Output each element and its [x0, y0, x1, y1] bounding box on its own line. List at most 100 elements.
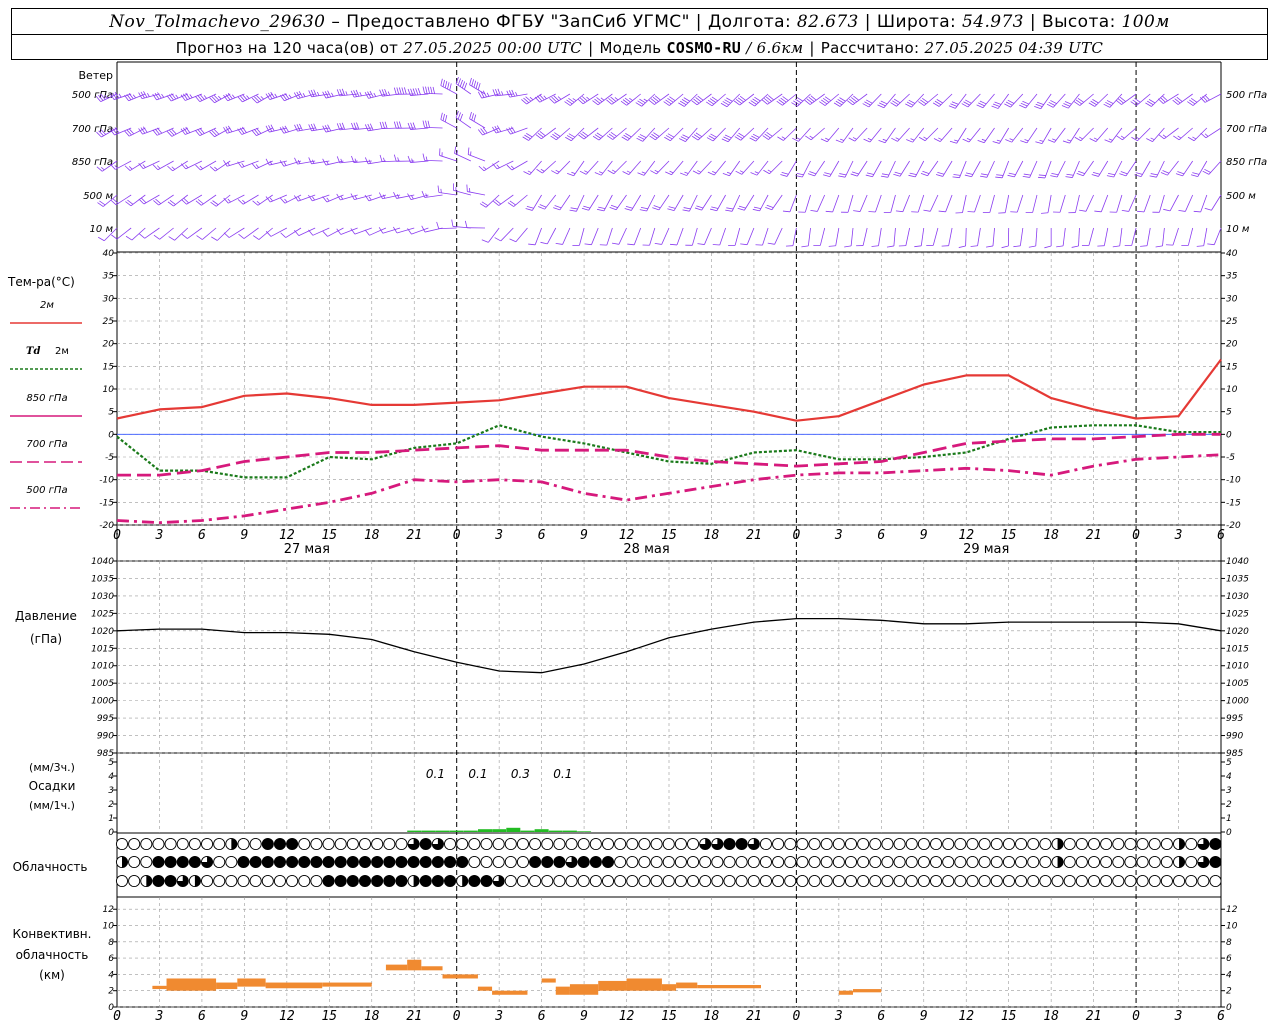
cloud-symbol	[298, 874, 311, 888]
wind-barb	[976, 93, 995, 109]
wind-barb-flag	[529, 96, 534, 101]
cloud-symbol	[601, 855, 615, 869]
cloud-circle	[942, 874, 955, 888]
cloud-symbol	[1124, 855, 1137, 869]
cloud-fill-full	[553, 856, 566, 868]
wind-barb-flag	[269, 197, 273, 202]
cloud-circle	[881, 874, 894, 888]
wind-barb	[1190, 160, 1208, 177]
cloud-circle	[1063, 837, 1076, 851]
wind-barb-flag	[586, 96, 590, 100]
cloud-symbol	[468, 837, 481, 851]
cloud-symbol	[990, 855, 1003, 869]
wind-barb-staff	[927, 160, 939, 176]
wind-barb-staff	[1079, 93, 1094, 106]
wind-barb-flag	[111, 234, 118, 240]
wind-barb	[967, 194, 981, 213]
cloud-circle	[1075, 855, 1088, 869]
wind-barb-flag	[482, 90, 487, 98]
wind-barb-staff	[628, 160, 641, 175]
wind-barb-flag	[464, 220, 468, 228]
wind-barb	[694, 194, 712, 211]
wind-barb	[1037, 160, 1052, 179]
wind-barb	[955, 194, 967, 214]
cloud-symbol	[456, 874, 469, 888]
wind-barb	[379, 154, 401, 163]
wind-barb-flag	[407, 193, 412, 200]
temp-tick-label-right: 20	[1226, 340, 1238, 350]
wind-barb-staff	[1182, 160, 1194, 177]
cloud-symbol	[1015, 855, 1028, 869]
cloud-fill-sector	[1179, 838, 1185, 850]
wind-barb-flag	[393, 87, 397, 95]
wind-barb-staff	[1019, 227, 1024, 246]
conv-cloud-bar	[442, 974, 478, 979]
wind-barb	[597, 194, 613, 212]
wind-barb-flag	[949, 140, 957, 144]
wind-barb-flag	[1020, 102, 1028, 107]
cloud-fill-full	[395, 875, 408, 887]
meteogram: 0 3 6 9 12 15 18 21 0 3 6 9 12 15 18 21 0 3 6 9 12 15 18 21 0 3 60…	[7, 61, 1267, 1024]
temp-tick-label-left: 40	[103, 249, 115, 259]
wind-barb-flag	[364, 157, 369, 164]
wind-barb-staff	[1211, 194, 1222, 211]
cloud-symbol	[358, 874, 372, 888]
cloud-symbol	[784, 837, 797, 851]
wind-barb-flag	[393, 191, 397, 199]
wind-barb-staff	[842, 127, 854, 143]
wind-level-label-left: 500 м	[83, 191, 113, 202]
cloud-fill-full	[371, 856, 383, 868]
wind-barb-staff	[228, 194, 245, 204]
cloud-symbol	[1173, 855, 1186, 869]
wind-barb-staff	[228, 227, 245, 238]
wind-barb	[1193, 194, 1208, 213]
cloud-symbol	[954, 855, 967, 869]
cloud-circle	[1039, 837, 1052, 851]
wind-barb-staff	[696, 93, 712, 106]
cloud-symbol	[383, 837, 396, 851]
wind-barb-flag	[723, 136, 730, 141]
wind-barb	[712, 227, 726, 246]
cloud-circle	[529, 874, 542, 888]
wind-barb-flag	[492, 163, 498, 170]
wind-barb-flag	[354, 195, 358, 200]
cloud-circle	[857, 837, 870, 851]
wind-barb-flag	[367, 123, 371, 131]
wind-barb-flag	[1140, 245, 1148, 247]
cloud-circle	[468, 855, 481, 869]
wind-barb-staff	[369, 227, 387, 236]
cloud-symbol	[128, 837, 141, 851]
wind-barb-staff	[712, 127, 726, 142]
cloud-symbol	[553, 855, 566, 869]
cloud-symbol	[213, 874, 226, 888]
wind-barb-staff	[1004, 194, 1010, 213]
wind-barb-flag	[667, 208, 675, 211]
wind-barb-staff	[626, 93, 641, 106]
wind-barb-flag	[767, 242, 775, 245]
wind-barb-flag	[569, 209, 577, 212]
wind-barb-flag	[1037, 101, 1044, 105]
wind-barb	[825, 194, 840, 213]
wind-barb-flag	[506, 164, 513, 171]
wind-barb	[669, 227, 684, 246]
wind-barb-flag	[909, 172, 917, 176]
cloud-circle	[140, 855, 153, 869]
cloud-fill-full	[529, 856, 541, 868]
wind-barb-staff	[1072, 160, 1080, 178]
wind-barb-flag	[98, 236, 105, 242]
wind-barb-flag	[886, 245, 894, 248]
wind-barb-staff	[716, 194, 726, 211]
wind-barb-staff	[1187, 227, 1194, 246]
wind-barb-flag	[185, 164, 189, 169]
cloud-symbol	[1002, 855, 1016, 869]
wind-barb-flag	[440, 78, 443, 86]
cloud-circle	[966, 874, 979, 888]
wind-barb-staff	[532, 194, 542, 211]
wind-barb-staff	[159, 227, 174, 240]
cloud-circle	[796, 874, 809, 888]
cloud-circle	[662, 837, 675, 851]
wind-barb-flag	[624, 208, 632, 211]
cloud-circle	[650, 874, 663, 888]
wind-barb-flag	[637, 172, 645, 176]
precip-bar	[520, 830, 535, 832]
